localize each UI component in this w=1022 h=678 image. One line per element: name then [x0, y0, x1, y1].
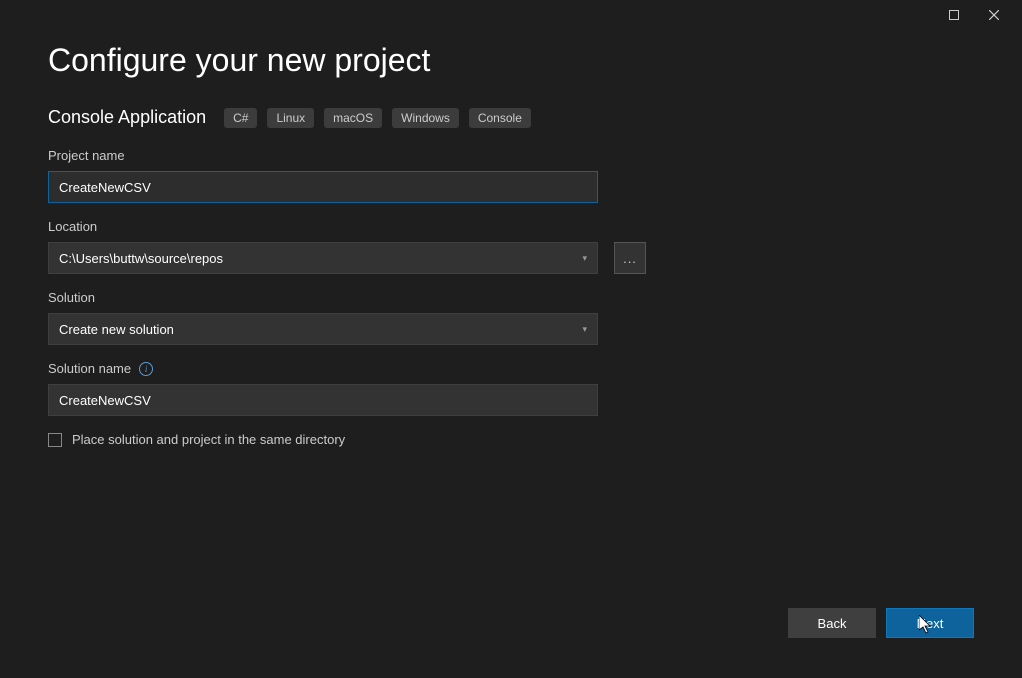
template-tag: Console — [469, 108, 531, 128]
content-area: Configure your new project Console Appli… — [0, 32, 1022, 447]
same-directory-label: Place solution and project in the same d… — [72, 432, 345, 447]
project-name-label: Project name — [48, 148, 974, 163]
location-value: C:\Users\buttw\source\repos — [59, 251, 223, 266]
titlebar — [0, 0, 1022, 32]
solution-label: Solution — [48, 290, 974, 305]
template-info-row: Console Application C# Linux macOS Windo… — [48, 107, 974, 128]
footer-buttons: Back Next — [788, 608, 974, 638]
solution-value: Create new solution — [59, 322, 174, 337]
project-name-group: Project name — [48, 148, 974, 203]
template-name: Console Application — [48, 107, 206, 128]
solution-dropdown[interactable]: Create new solution ▾ — [48, 313, 598, 345]
same-directory-row: Place solution and project in the same d… — [48, 432, 974, 447]
maximize-icon — [949, 7, 959, 25]
solution-name-group: Solution name i — [48, 361, 974, 416]
template-tag: Linux — [267, 108, 314, 128]
chevron-down-icon: ▾ — [582, 324, 587, 335]
info-icon[interactable]: i — [139, 362, 153, 376]
template-tag: Windows — [392, 108, 459, 128]
browse-button[interactable]: ... — [614, 242, 646, 274]
next-button[interactable]: Next — [886, 608, 974, 638]
maximize-button[interactable] — [934, 2, 974, 30]
template-tag: C# — [224, 108, 257, 128]
solution-name-input[interactable] — [48, 384, 598, 416]
location-dropdown[interactable]: C:\Users\buttw\source\repos ▾ — [48, 242, 598, 274]
page-title: Configure your new project — [48, 42, 974, 79]
solution-group: Solution Create new solution ▾ — [48, 290, 974, 345]
chevron-down-icon: ▾ — [582, 253, 587, 264]
back-button[interactable]: Back — [788, 608, 876, 638]
close-button[interactable] — [974, 2, 1014, 30]
project-name-input[interactable] — [48, 171, 598, 203]
same-directory-checkbox[interactable] — [48, 433, 62, 447]
solution-name-label: Solution name i — [48, 361, 974, 376]
location-label: Location — [48, 219, 974, 234]
location-group: Location C:\Users\buttw\source\repos ▾ .… — [48, 219, 974, 274]
template-tag: macOS — [324, 108, 382, 128]
close-icon — [989, 7, 999, 25]
